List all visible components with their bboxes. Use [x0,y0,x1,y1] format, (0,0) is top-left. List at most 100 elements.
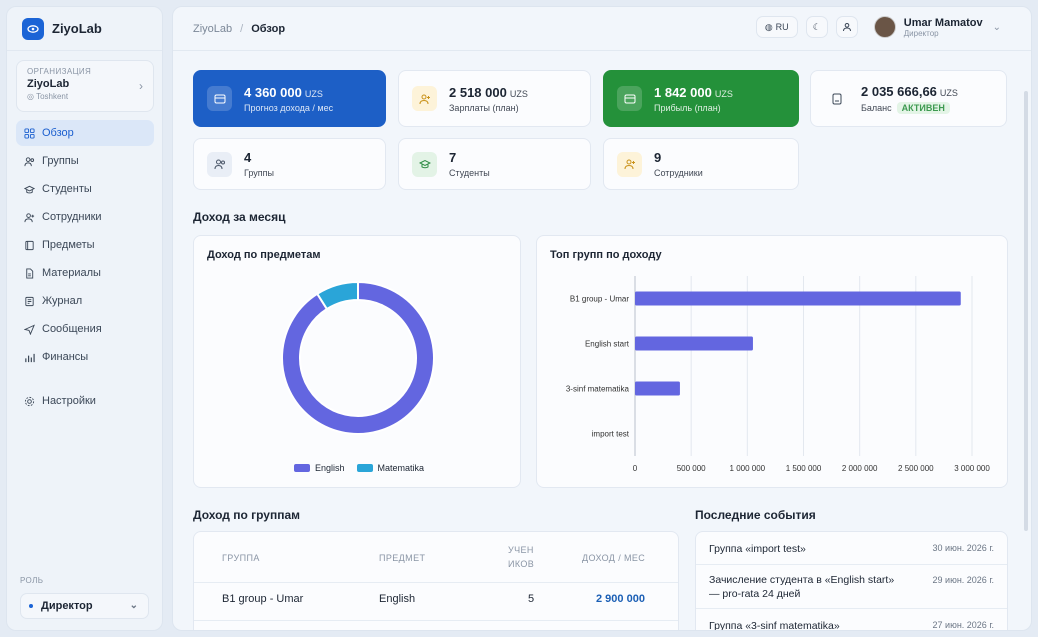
legend-label-english[interactable]: English [315,463,345,473]
nav-item-staff[interactable]: Сотрудники [16,204,154,230]
nav-label-messages: Сообщения [42,323,102,335]
kpi-label: Зарплаты (план) [449,102,519,113]
event-date: 27 июн. 2026 г. [932,620,994,630]
kpi-currency: UZS [714,88,733,99]
x-tick-label: 3 000 000 [954,464,990,473]
nav-label-settings: Настройки [42,395,96,407]
wallet-icon [617,86,642,111]
kpi-currency: UZS [939,87,958,98]
column-header-students-1[interactable]: УЧЕН [508,545,534,555]
nav-item-settings[interactable]: Настройки [16,388,154,414]
nav-list: Обзор Группы Студенты Сотрудники Предмет… [7,120,162,414]
chevron-down-icon: ⌄ [129,600,138,611]
logo[interactable]: ZiyoLab [7,7,162,51]
event-date: 30 июн. 2026 г. [932,543,994,553]
org-caption: ОРГАНИЗАЦИЯ [27,67,92,76]
nav-item-messages[interactable]: Сообщения [16,316,154,342]
y-tick-label: B1 group - Umar [570,295,629,304]
theme-toggle[interactable]: ☾ [805,16,828,38]
column-header-group[interactable]: ГРУППА [222,553,260,563]
chevron-right-icon: › [139,79,143,93]
nav-item-finance[interactable]: Финансы [16,344,154,370]
moon-icon: ☾ [812,21,821,32]
list-item[interactable]: Зачисление студента в «English start» — … [696,565,1007,609]
bar[interactable] [635,381,680,396]
nav-label-students: Студенты [42,183,92,195]
bar[interactable] [635,291,961,306]
user-name: Umar Mamatov [903,16,983,29]
cell-group: B1 group - Umar [222,593,304,605]
event-text: Группа «3-sinf matematika» [709,620,840,631]
kpi-value: 7 [449,150,457,165]
event-text: Зачисление студента в «English start» [709,574,895,586]
donut-slice-english[interactable] [281,280,435,435]
role-value: Директор [41,600,93,612]
org-name: ZiyoLab [27,78,70,90]
nav-label-subjects: Предметы [42,239,95,251]
kpi-groups[interactable]: 4 Группы [193,138,386,190]
kpi-label: Студенты [449,168,490,178]
breadcrumb-root[interactable]: ZiyoLab [193,23,232,35]
cell-students: 5 [528,593,535,605]
legend-label-matematika[interactable]: Matematika [378,463,425,473]
kpi-label: Баланс [861,102,892,113]
user-info[interactable]: Umar Mamatov Директор [904,17,983,38]
logo-icon [22,17,44,40]
language-label: RU [775,22,789,32]
section-title-month: Доход за месяц [193,210,286,224]
user-plus-icon [412,86,437,111]
org-switcher[interactable]: ОРГАНИЗАЦИЯ ZiyoLab ◎ Toshkent › [16,60,154,112]
table-divider [194,582,678,583]
nav-item-students[interactable]: Студенты [16,176,154,202]
bar-panel: Топ групп по доходу 0 500 000 1 000 000 1 5… [536,235,1008,488]
org-location-text: Toshkent [36,92,69,101]
breadcrumb-separator: / [240,22,244,35]
list-item[interactable]: Группа «import test» 30 июн. 2026 г. [696,532,1007,565]
file-icon [26,267,34,279]
kpi-staff[interactable]: 9 Сотрудники [603,138,799,190]
kpi-label: Прогноз дохода / мес [244,102,334,113]
column-header-students-2[interactable]: ИКОВ [508,559,534,569]
nav-item-subjects[interactable]: Предметы [16,232,154,258]
nav-item-journal[interactable]: Журнал [16,288,154,314]
column-header-income[interactable]: ДОХОД / МЕС [582,553,645,563]
kpi-label: Сотрудники [654,168,703,178]
profile-button[interactable] [835,16,858,38]
role-select[interactable]: Директор ⌄ [20,593,149,619]
breadcrumb-current: Обзор [251,22,286,35]
donut-legend: English Matematika [294,463,424,473]
nav-label-groups: Группы [42,155,79,167]
chevron-down-icon[interactable]: ⌄ [993,22,1001,33]
language-switcher[interactable]: ◍ RU [755,16,798,38]
nav-label-overview: Обзор [42,127,74,139]
kpi-students[interactable]: 7 Студенты [398,138,591,190]
kpi-revenue-forecast[interactable]: 4 360 000 UZS Прогноз дохода / мес [193,70,386,127]
x-tick-label: 500 000 [677,464,706,473]
bar-chart-icon [25,353,35,362]
nav-item-overview[interactable]: Обзор [16,120,154,146]
topbar-actions: ◍ RU ☾ Umar Mamatov Директор ⌄ [748,16,1001,38]
event-text: Группа «import test» [709,543,806,555]
groups-table: ГРУППА ПРЕДМЕТ УЧЕН ИКОВ ДОХОД / МЕС B1 … [193,531,679,630]
y-tick-label: English start [585,340,630,349]
kpi-profit-plan[interactable]: 1 842 000 UZS Прибыль (план) [603,70,799,127]
users-icon [207,151,232,177]
globe-icon: ◍ [764,21,773,32]
nav-label-materials: Материалы [42,267,101,279]
x-tick-label: 1 000 000 [730,464,766,473]
section-title-groups: Доход по группам [193,508,301,522]
kpi-currency: UZS [304,88,323,99]
book-icon [25,240,34,250]
column-header-subject[interactable]: ПРЕДМЕТ [379,553,425,563]
kpi-balance[interactable]: 2 035 666,66 UZS Баланс АКТИВЕН [810,70,1007,127]
scrollbar[interactable] [1024,91,1028,531]
donut-slice-matematika[interactable] [315,280,359,311]
avatar[interactable] [873,16,896,38]
status-badge: АКТИВЕН [896,101,950,114]
nav-item-groups[interactable]: Группы [16,148,154,174]
kpi-salaries-plan[interactable]: 2 518 000 UZS Зарплаты (план) [398,70,591,127]
kpi-currency: UZS [509,88,528,99]
bar[interactable] [635,336,753,351]
nav-item-materials[interactable]: Материалы [16,260,154,286]
list-item[interactable]: Группа «3-sinf matematika» 27 июн. 2026 … [696,609,1007,631]
